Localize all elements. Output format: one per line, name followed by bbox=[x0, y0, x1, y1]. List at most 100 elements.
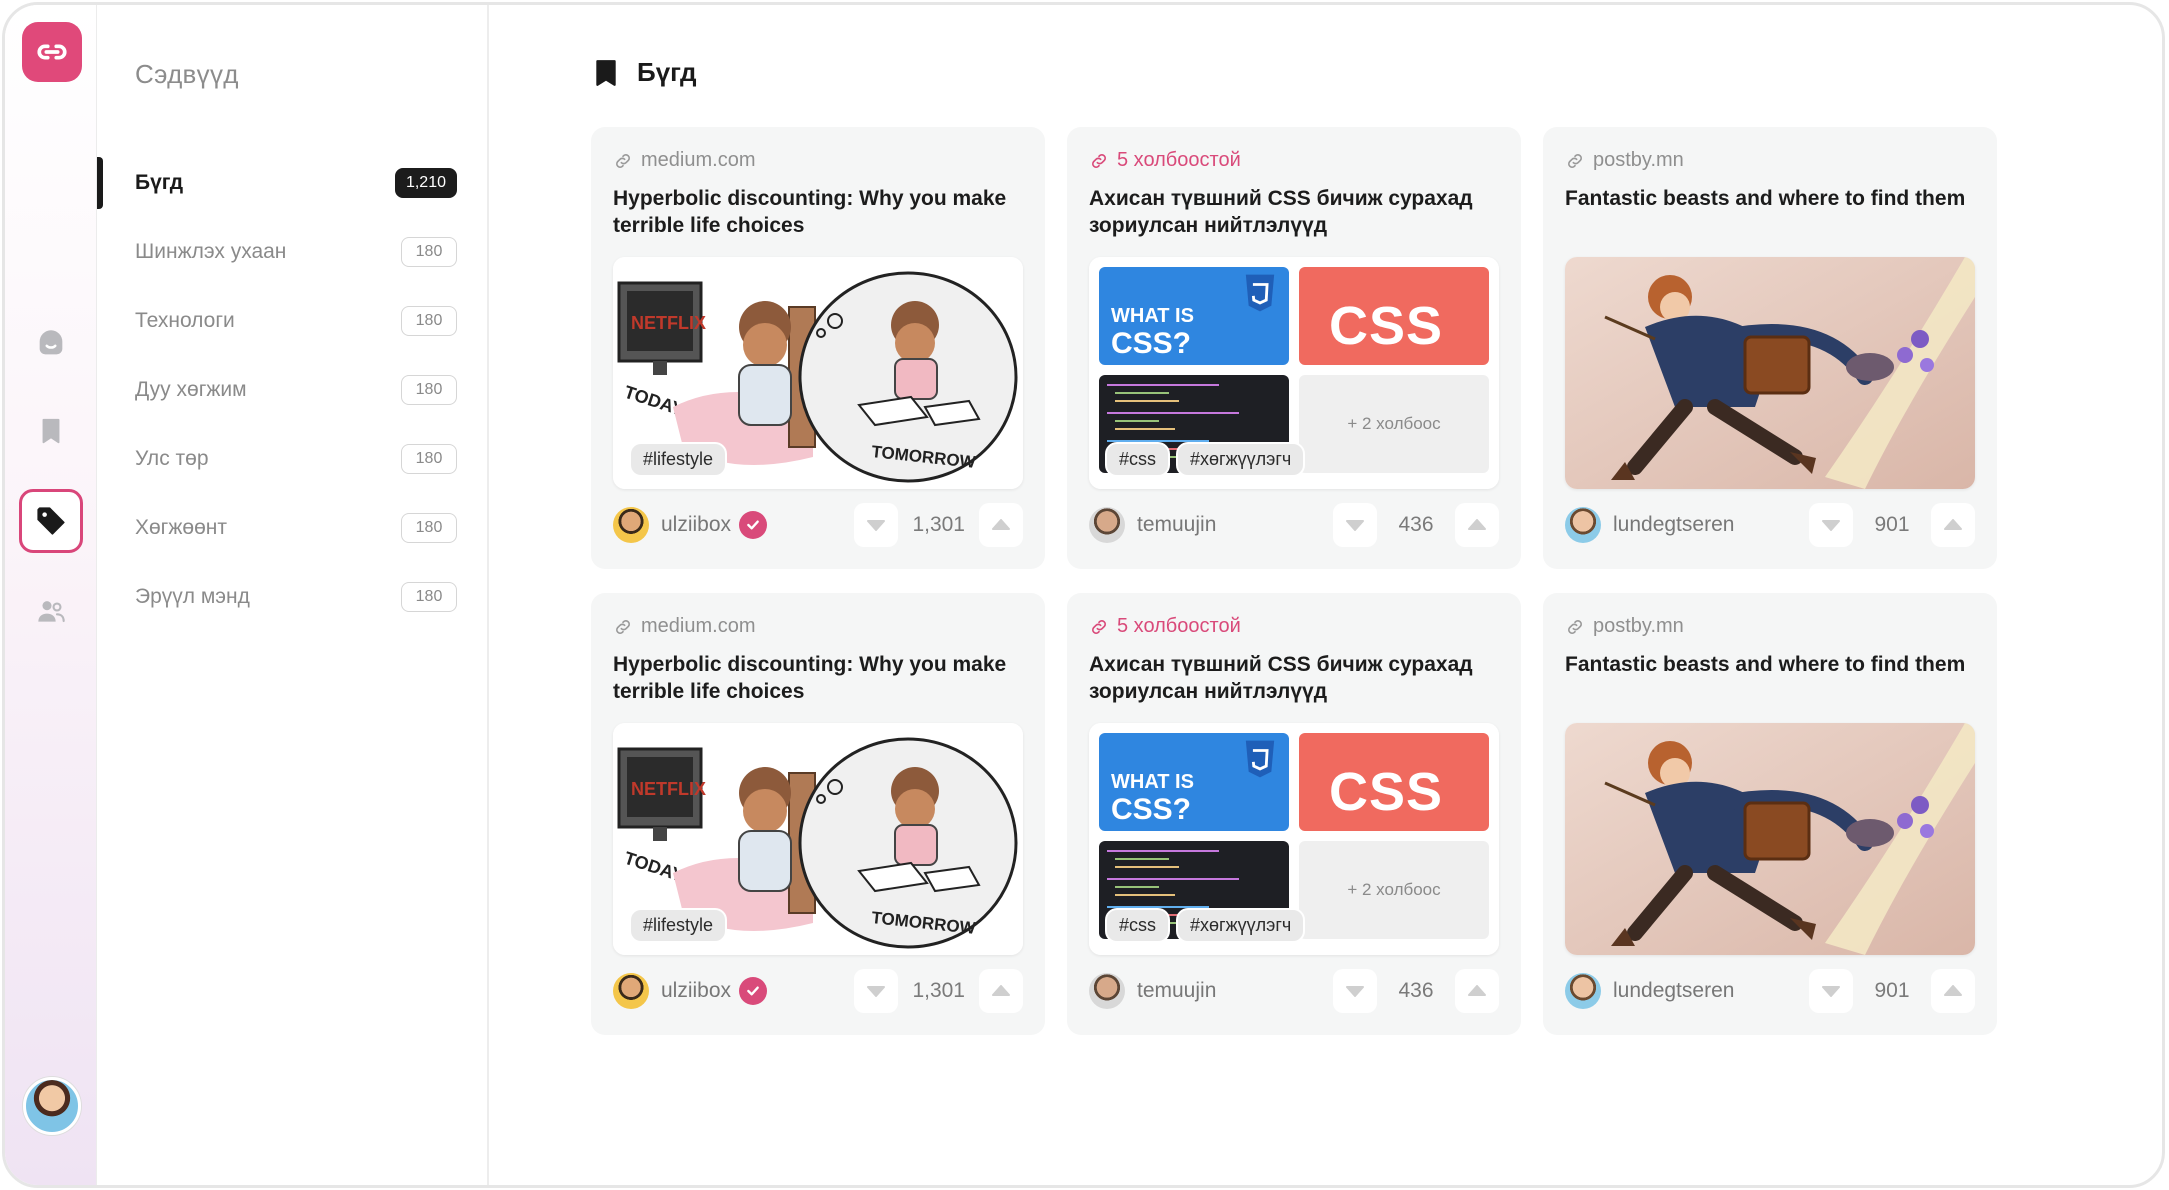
category-item-science[interactable]: Шинжлэх ухаан 180 bbox=[97, 226, 489, 278]
more-links-tile[interactable]: + 2 холбоос bbox=[1299, 375, 1489, 473]
category-item-politics[interactable]: Улс төр 180 bbox=[97, 433, 489, 485]
post-title[interactable]: Hyperbolic discounting: Why you make ter… bbox=[613, 185, 1023, 239]
post-title[interactable]: Fantastic beasts and where to find them bbox=[1565, 185, 1975, 212]
post-media[interactable]: NETFLIX TODAY TOMORROW #lifestyle bbox=[613, 257, 1023, 489]
bookmark-icon bbox=[596, 59, 616, 86]
author-name[interactable]: lundegtseren bbox=[1613, 513, 1734, 537]
post-source[interactable]: 5 холбоостой bbox=[1089, 149, 1241, 172]
author-avatar[interactable] bbox=[1089, 507, 1125, 543]
tag-chip[interactable]: #хөгжүүлэгч bbox=[1176, 442, 1306, 477]
tag-chip[interactable]: #css bbox=[1105, 908, 1171, 943]
tag-chip[interactable]: #lifestyle bbox=[629, 442, 728, 477]
downvote-button[interactable] bbox=[1333, 503, 1377, 547]
post-source[interactable]: medium.com bbox=[613, 615, 755, 638]
post-media[interactable] bbox=[1565, 257, 1975, 489]
post-footer: temuujin 436 bbox=[1089, 503, 1499, 547]
post-source[interactable]: postby.mn bbox=[1565, 149, 1684, 172]
upvote-button[interactable] bbox=[1455, 503, 1499, 547]
icon-rail bbox=[5, 5, 97, 1185]
post-card[interactable]: medium.com Hyperbolic discounting: Why y… bbox=[591, 593, 1045, 1035]
vote-count: 1,301 bbox=[912, 979, 965, 1002]
author-avatar[interactable] bbox=[1089, 973, 1125, 1009]
tag-list: #css #хөгжүүлэгч bbox=[1105, 442, 1306, 477]
author-name[interactable]: temuujin bbox=[1137, 979, 1216, 1003]
css-thumbnail-red: CSS bbox=[1299, 733, 1489, 831]
author-avatar[interactable] bbox=[613, 973, 649, 1009]
tile-text-css: CSS bbox=[1329, 296, 1444, 356]
nav-home-button[interactable] bbox=[19, 311, 83, 375]
profile-avatar[interactable] bbox=[23, 1077, 81, 1135]
tag-chip[interactable]: #хөгжүүлэгч bbox=[1176, 908, 1306, 943]
category-item-music[interactable]: Дуу хөгжим 180 bbox=[97, 364, 489, 416]
post-media[interactable] bbox=[1565, 723, 1975, 955]
author-avatar[interactable] bbox=[1565, 973, 1601, 1009]
post-media[interactable]: NETFLIX TODAY TOMORROW #lifestyle bbox=[613, 723, 1023, 955]
post-footer: temuujin 436 bbox=[1089, 969, 1499, 1013]
category-item-technology[interactable]: Технологи 180 bbox=[97, 295, 489, 347]
downvote-button[interactable] bbox=[1809, 503, 1853, 547]
post-media[interactable]: WHAT IS CSS? CSS + 2 холбоос #css #хөгжүү… bbox=[1089, 723, 1499, 955]
downvote-icon bbox=[1346, 986, 1364, 997]
post-card[interactable]: 5 холбоостой Ахисан түвшний CSS бичиж су… bbox=[1067, 127, 1521, 569]
post-card[interactable]: postby.mn Fantastic beasts and where to … bbox=[1543, 127, 1997, 569]
author-avatar[interactable] bbox=[613, 507, 649, 543]
source-label: postby.mn bbox=[1593, 149, 1684, 171]
app-logo[interactable] bbox=[22, 22, 82, 82]
link-icon bbox=[1568, 153, 1582, 168]
category-item-comedy[interactable]: Хөгжөөнт 180 bbox=[97, 502, 489, 554]
post-source[interactable]: 5 холбоостой bbox=[1089, 615, 1241, 638]
css-thumbnail-blue: WHAT IS CSS? bbox=[1099, 267, 1289, 365]
post-source[interactable]: medium.com bbox=[613, 149, 755, 172]
downvote-button[interactable] bbox=[1333, 969, 1377, 1013]
source-label: medium.com bbox=[641, 615, 756, 637]
category-item-health[interactable]: Эрүүл мэнд 180 bbox=[97, 571, 489, 623]
category-label: Улс төр bbox=[135, 447, 209, 470]
tile-text-css: CSS bbox=[1329, 762, 1444, 822]
tag-list: #lifestyle bbox=[629, 442, 728, 477]
verified-badge bbox=[739, 977, 768, 1005]
category-item-all[interactable]: Бүгд 1,210 bbox=[97, 157, 489, 209]
post-title[interactable]: Ахисан түвшний CSS бичиж сурахад зориулс… bbox=[1089, 185, 1499, 239]
css3-shield-icon bbox=[1245, 740, 1275, 778]
post-card[interactable]: medium.com Hyperbolic discounting: Why y… bbox=[591, 127, 1045, 569]
downvote-button[interactable] bbox=[854, 503, 899, 547]
downvote-button[interactable] bbox=[1809, 969, 1853, 1013]
nav-topics-button[interactable] bbox=[19, 489, 83, 553]
post-title[interactable]: Fantastic beasts and where to find them bbox=[1565, 651, 1975, 678]
nav-people-button[interactable] bbox=[19, 579, 83, 643]
nav-bookmarks-button[interactable] bbox=[19, 399, 83, 463]
post-card[interactable]: 5 холбоостой Ахисан түвшний CSS бичиж су… bbox=[1067, 593, 1521, 1035]
post-title[interactable]: Ахисан түвшний CSS бичиж сурахад зориулс… bbox=[1089, 651, 1499, 705]
svg-text:NETFLIX: NETFLIX bbox=[631, 313, 706, 333]
post-media[interactable]: WHAT IS CSS? CSS + 2 холбоос #css #хөгжүү… bbox=[1089, 257, 1499, 489]
author-name[interactable]: lundegtseren bbox=[1613, 979, 1734, 1003]
post-title[interactable]: Hyperbolic discounting: Why you make ter… bbox=[613, 651, 1023, 705]
category-label: Хөгжөөнт bbox=[135, 516, 227, 539]
author-name[interactable]: ulziibox bbox=[661, 979, 731, 1003]
upvote-icon bbox=[1944, 519, 1962, 530]
link-icon bbox=[1092, 619, 1106, 634]
category-label: Бүгд bbox=[135, 171, 184, 194]
vote-count: 1,301 bbox=[912, 513, 965, 536]
downvote-icon bbox=[867, 986, 886, 997]
author-name[interactable]: ulziibox bbox=[661, 513, 731, 537]
tile-text-what-is: WHAT IS bbox=[1111, 305, 1194, 327]
post-source[interactable]: postby.mn bbox=[1565, 615, 1684, 638]
upvote-button[interactable] bbox=[1455, 969, 1499, 1013]
vote-controls: 901 bbox=[1809, 503, 1975, 547]
upvote-button[interactable] bbox=[979, 503, 1023, 547]
category-label: Технологи bbox=[135, 309, 235, 332]
author-avatar[interactable] bbox=[1565, 507, 1601, 543]
author-name[interactable]: temuujin bbox=[1137, 513, 1216, 537]
source-label: postby.mn bbox=[1593, 615, 1684, 637]
more-links-tile[interactable]: + 2 холбоос bbox=[1299, 841, 1489, 939]
tag-chip[interactable]: #lifestyle bbox=[629, 908, 728, 943]
post-card[interactable]: postby.mn Fantastic beasts and where to … bbox=[1543, 593, 1997, 1035]
upvote-button[interactable] bbox=[1931, 503, 1975, 547]
upvote-button[interactable] bbox=[979, 969, 1023, 1013]
post-footer: ulziibox 1,301 bbox=[613, 503, 1023, 547]
downvote-button[interactable] bbox=[854, 969, 899, 1013]
tag-chip[interactable]: #css bbox=[1105, 442, 1171, 477]
upvote-button[interactable] bbox=[1931, 969, 1975, 1013]
category-count: 180 bbox=[401, 513, 457, 543]
